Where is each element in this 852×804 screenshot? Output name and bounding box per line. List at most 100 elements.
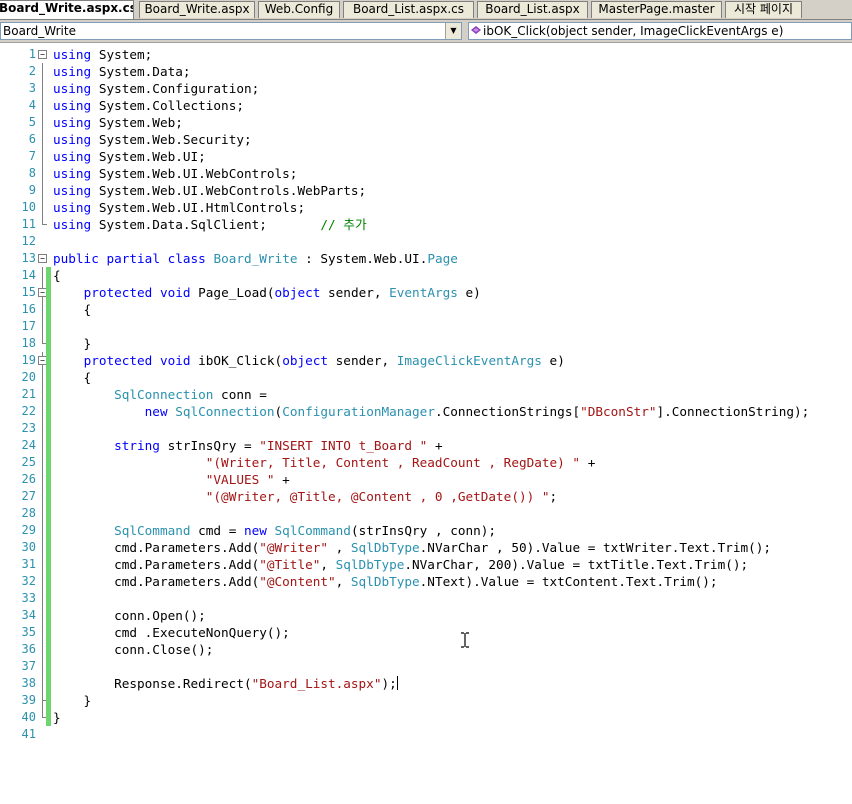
outline-margin	[37, 97, 47, 114]
code-text[interactable]: using System.Web.UI.WebControls;	[53, 165, 297, 182]
code-text[interactable]: {	[53, 301, 92, 318]
code-text[interactable]: using System;	[53, 46, 152, 63]
code-line[interactable]: 31 cmd.Parameters.Add("@Title", SqlDbTyp…	[0, 556, 852, 573]
chevron-down-icon[interactable]: ▼	[445, 23, 461, 39]
code-text[interactable]: using System.Web.Security;	[53, 131, 252, 148]
line-number: 15	[21, 285, 36, 299]
code-line[interactable]: 18 }	[0, 335, 852, 352]
code-text[interactable]: string strInsQry = "INSERT INTO t_Board …	[53, 437, 443, 454]
tab-start-page[interactable]: 시작 페이지	[725, 1, 802, 18]
code-line[interactable]: 20 {	[0, 369, 852, 386]
code-line[interactable]: 8 using System.Web.UI.WebControls;	[0, 165, 852, 182]
code-line[interactable]: 19− protected void ibOK_Click(object sen…	[0, 352, 852, 369]
code-line[interactable]: 12	[0, 233, 852, 250]
code-line[interactable]: 41	[0, 726, 852, 743]
code-text[interactable]: {	[53, 267, 61, 284]
code-text[interactable]: using System.Web;	[53, 114, 183, 131]
code-line[interactable]: 10 using System.Web.UI.HtmlControls;	[0, 199, 852, 216]
code-line[interactable]: 27 "(@Writer, @Title, @Content , 0 ,GetD…	[0, 488, 852, 505]
outline-margin	[37, 148, 47, 165]
code-line[interactable]: 3 using System.Configuration;	[0, 80, 852, 97]
member-dropdown[interactable]: ibOK_Click(object sender, ImageClickEven…	[468, 22, 852, 40]
code-line[interactable]: 17	[0, 318, 852, 335]
tab-board-write-aspx[interactable]: Board_Write.aspx	[139, 1, 255, 18]
code-line[interactable]: 1− using System;	[0, 46, 852, 63]
code-line[interactable]: 4 using System.Collections;	[0, 97, 852, 114]
code-text[interactable]: "(@Writer, @Title, @Content , 0 ,GetDate…	[53, 488, 557, 505]
class-dropdown[interactable]: Board_Write ▼	[0, 22, 462, 40]
code-line[interactable]: 39 }	[0, 692, 852, 709]
collapse-icon[interactable]: −	[38, 254, 47, 263]
tab-board-write-aspx-cs[interactable]: Board_Write.aspx.cs	[0, 0, 134, 19]
code-line[interactable]: 16 {	[0, 301, 852, 318]
code-text[interactable]: {	[53, 369, 92, 386]
outline-margin	[37, 233, 47, 250]
code-line[interactable]: 15− protected void Page_Load(object send…	[0, 284, 852, 301]
collapse-icon[interactable]: −	[38, 50, 47, 59]
code-text[interactable]: Response.Redirect("Board_List.aspx");	[53, 675, 398, 692]
code-line[interactable]: 13− public partial class Board_Write : Sy…	[0, 250, 852, 267]
code-text[interactable]: SqlConnection conn =	[53, 386, 267, 403]
code-text[interactable]: new SqlConnection(ConfigurationManager.C…	[53, 403, 810, 420]
code-text[interactable]: conn.Close();	[53, 641, 213, 658]
line-number: 9	[28, 183, 36, 197]
code-text[interactable]: using System.Data;	[53, 63, 191, 80]
code-line[interactable]: 35 cmd .ExecuteNonQuery();	[0, 624, 852, 641]
code-line[interactable]: 5 using System.Web;	[0, 114, 852, 131]
code-line[interactable]: 37	[0, 658, 852, 675]
code-text[interactable]: cmd.Parameters.Add("@Writer" , SqlDbType…	[53, 539, 771, 556]
code-line[interactable]: 38 Response.Redirect("Board_List.aspx");	[0, 675, 852, 692]
code-line[interactable]: 22 new SqlConnection(ConfigurationManage…	[0, 403, 852, 420]
tab-web-config[interactable]: Web.Config	[258, 1, 340, 18]
code-line[interactable]: 32 cmd.Parameters.Add("@Content", SqlDbT…	[0, 573, 852, 590]
code-line[interactable]: 36 conn.Close();	[0, 641, 852, 658]
code-text[interactable]: protected void ibOK_Click(object sender,…	[53, 352, 565, 369]
code-text[interactable]: using System.Configuration;	[53, 80, 259, 97]
code-line[interactable]: 2 using System.Data;	[0, 63, 852, 80]
code-line[interactable]: 24 string strInsQry = "INSERT INTO t_Boa…	[0, 437, 852, 454]
document-tab-strip: Board_Write.aspx.cs Board_Write.aspx Web…	[0, 0, 852, 20]
code-line[interactable]: 33	[0, 590, 852, 607]
code-text[interactable]: "(Writer, Title, Content , ReadCount , R…	[53, 454, 596, 471]
code-line[interactable]: 25 "(Writer, Title, Content , ReadCount …	[0, 454, 852, 471]
code-line[interactable]: 30 cmd.Parameters.Add("@Writer" , SqlDbT…	[0, 539, 852, 556]
line-number: 3	[28, 81, 36, 95]
code-line[interactable]: 40}	[0, 709, 852, 726]
code-text[interactable]: conn.Open();	[53, 607, 206, 624]
code-text[interactable]: using System.Web.UI.HtmlControls;	[53, 199, 305, 216]
tab-board-list-aspx[interactable]: Board_List.aspx	[477, 1, 588, 18]
code-line[interactable]: 11 using System.Data.SqlClient; // 추가	[0, 216, 852, 233]
text-caret	[396, 676, 398, 690]
code-text[interactable]: protected void Page_Load(object sender, …	[53, 284, 481, 301]
code-line[interactable]: 9 using System.Web.UI.WebControls.WebPart…	[0, 182, 852, 199]
code-text[interactable]: using System.Data.SqlClient; // 추가	[53, 216, 367, 233]
code-text[interactable]: using System.Collections;	[53, 97, 244, 114]
code-line[interactable]: 7 using System.Web.UI;	[0, 148, 852, 165]
change-tracking-bar	[46, 522, 51, 539]
code-text[interactable]: }	[53, 709, 61, 726]
tab-board-list-aspx-cs[interactable]: Board_List.aspx.cs	[343, 1, 474, 18]
change-tracking-bar	[46, 607, 51, 624]
code-text[interactable]: cmd.Parameters.Add("@Content", SqlDbType…	[53, 573, 717, 590]
change-tracking-bar	[46, 420, 51, 437]
tab-masterpage-master[interactable]: MasterPage.master	[591, 1, 722, 18]
code-text[interactable]: cmd.Parameters.Add("@Title", SqlDbType.N…	[53, 556, 748, 573]
code-text[interactable]: cmd .ExecuteNonQuery();	[53, 624, 290, 641]
code-text[interactable]: using System.Web.UI;	[53, 148, 206, 165]
code-text[interactable]: SqlCommand cmd = new SqlCommand(strInsQr…	[53, 522, 496, 539]
code-text[interactable]: }	[53, 335, 92, 352]
code-line[interactable]: 14 {	[0, 267, 852, 284]
code-line[interactable]: 26 "VALUES " +	[0, 471, 852, 488]
code-text[interactable]: using System.Web.UI.WebControls.WebParts…	[53, 182, 366, 199]
code-line[interactable]: 6 using System.Web.Security;	[0, 131, 852, 148]
code-text[interactable]: public partial class Board_Write : Syste…	[53, 250, 458, 267]
code-line[interactable]: 28	[0, 505, 852, 522]
code-line[interactable]: 23	[0, 420, 852, 437]
code-text[interactable]: "VALUES " +	[53, 471, 290, 488]
code-line[interactable]: 29 SqlCommand cmd = new SqlCommand(strIn…	[0, 522, 852, 539]
code-editor[interactable]: 1− using System; 2 using System.Data; 3 using…	[0, 43, 852, 804]
line-number: 26	[21, 472, 36, 486]
code-text[interactable]: }	[53, 692, 92, 709]
code-line[interactable]: 34 conn.Open();	[0, 607, 852, 624]
code-line[interactable]: 21 SqlConnection conn =	[0, 386, 852, 403]
